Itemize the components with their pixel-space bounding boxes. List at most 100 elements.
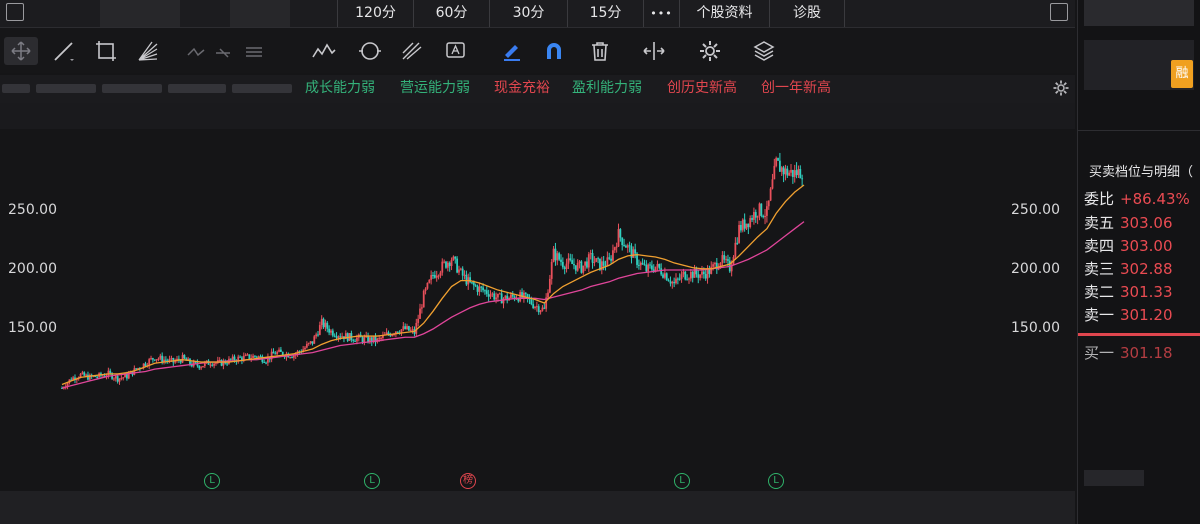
period-60min-button[interactable]: 60分 [413,0,489,27]
cycle-tool-icon[interactable] [356,37,384,65]
pen-tool-icon[interactable] [498,37,526,65]
candle-body [161,355,164,362]
panel-toggle-icon[interactable] [1050,3,1068,21]
ask-label: 卖四 [1084,237,1115,255]
event-marker-l[interactable]: L [204,473,220,489]
order-book-title: 买卖档位与明细（ [1089,165,1194,180]
stock-tag[interactable]: 成长能力弱 [305,78,375,98]
diagnose-button[interactable]: 诊股 [769,0,845,27]
candle-body [122,377,125,379]
candle-body [797,169,800,176]
candle-body [721,255,724,263]
layers-icon[interactable] [750,37,778,65]
candle-body [443,261,446,263]
candle-body [767,200,770,207]
candle-body [452,256,455,260]
candle-body [758,203,761,216]
candle-body [409,329,412,331]
candle-body [305,343,308,348]
candle-body [686,279,689,281]
line-tool-icon[interactable] [50,37,78,65]
candle-body [497,293,499,298]
fan-tool-icon[interactable] [134,37,162,65]
candle-body [645,264,648,272]
candle-body [560,259,562,262]
candle-body [113,378,115,380]
candle-body [548,278,551,293]
wave-pattern-tool-icon[interactable] [310,37,338,65]
split-view-icon[interactable] [640,37,668,65]
candle-body [576,262,579,271]
candle-body [626,245,629,248]
candle-body [740,224,742,231]
trash-icon[interactable] [586,37,614,65]
candle-body [634,249,637,254]
stock-tag[interactable]: 现金充裕 [494,78,550,98]
more-periods-button[interactable]: ••• [643,0,679,27]
candle-body [702,271,705,275]
candle-body [639,262,642,266]
candle-body [126,374,128,379]
fibonacci-tool-icon[interactable] [398,37,426,65]
candle-body [534,306,536,309]
candle-body [450,259,453,266]
candle-body [181,354,184,363]
candle-body [341,336,344,338]
layout-icon[interactable] [6,3,24,21]
margin-trading-badge[interactable]: 融 [1171,60,1193,88]
candle-body [632,249,635,258]
candle-body [155,359,158,361]
kline-chart-svg[interactable] [0,130,1075,490]
candle-body [153,359,156,361]
candle-body [747,223,750,228]
candle-body [441,261,444,273]
blurred-info-text [232,84,292,93]
candle-body [109,370,112,374]
event-marker-l[interactable]: L [674,473,690,489]
candle-body [419,308,421,319]
candle-body [680,274,683,279]
candle-body [734,242,737,258]
candle-body [587,254,590,268]
magnet-icon[interactable] [540,37,568,65]
period-15min-button[interactable]: 15分 [567,0,643,27]
stock-tag[interactable]: 创一年新高 [761,78,831,98]
tag-settings-gear-icon[interactable] [1052,79,1070,97]
candle-body [777,158,779,161]
stock-tag[interactable]: 营运能力弱 [400,78,470,98]
rectangle-tool-icon[interactable] [92,37,120,65]
candle-body [778,160,781,172]
ask-price: 303.06 [1120,214,1173,232]
candle-body [324,322,327,328]
event-marker-rank[interactable]: 榜 [460,473,476,489]
crosshair-move-icon[interactable] [4,37,38,65]
candle-body [164,359,167,361]
candle-body [200,367,203,369]
period-30min-button[interactable]: 30分 [489,0,567,27]
stock-info-button[interactable]: 个股资料 [679,0,769,27]
candle-body [662,274,664,278]
event-marker-l[interactable]: L [364,473,380,489]
text-annotation-icon[interactable] [442,37,470,65]
candle-body [649,264,651,266]
candle-body [471,282,473,284]
candle-body [313,336,316,344]
stock-tag[interactable]: 盈利能力弱 [572,78,642,98]
kline-chart[interactable] [0,130,1075,490]
candle-body [402,326,405,330]
candle-body [246,354,249,356]
ask-label: 卖一 [1084,306,1115,324]
event-marker-l[interactable]: L [768,473,784,489]
candle-body [701,271,703,275]
stock-tag[interactable]: 创历史新高 [667,78,737,98]
candle-body [244,354,247,356]
candle-body [426,282,429,289]
candle-body [595,258,598,262]
y-axis-left-label: 250.00 [8,202,57,218]
gear-icon[interactable] [696,37,724,65]
period-120min-button[interactable]: 120分 [337,0,413,27]
bid-price: 301.18 [1120,344,1173,362]
candle-body [547,292,549,298]
candle-body [420,307,423,309]
candle-body [541,307,544,311]
